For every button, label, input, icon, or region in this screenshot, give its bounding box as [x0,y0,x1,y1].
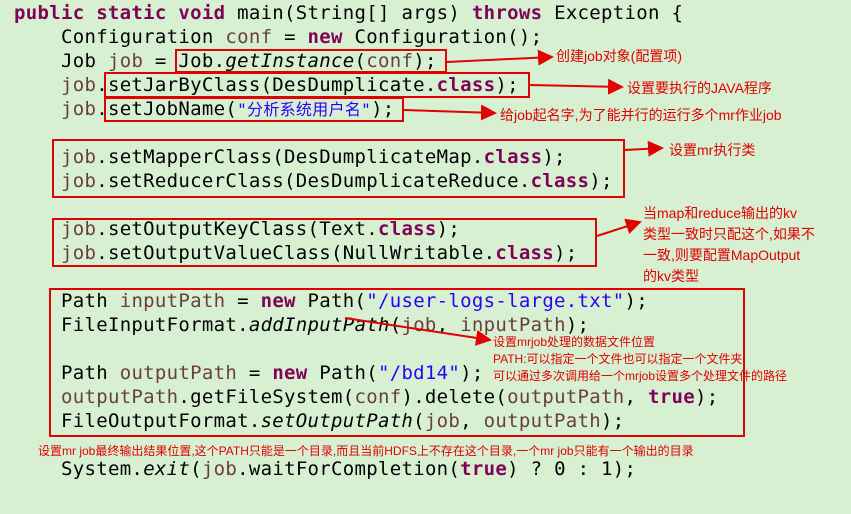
annotation-set-jar: 设置要执行的JAVA程序 [627,80,772,96]
annotation-job-name: 给job起名字,为了能并行的运行多个mr作业job [500,107,782,123]
code-text: Configuration(); [342,26,543,48]
code-text: = [143,50,179,72]
annotation-create-job: 创建job对象(配置项) [556,48,683,64]
code-text: Exception { [554,2,684,24]
keyword: true [460,458,508,480]
annotation-kv-line: 类型一致时只配这个,如果不 [643,226,815,242]
annotation-input-line: PATH:可以指定一个文件也可以指定一个文件夹 [493,352,743,366]
annotation-input-line: 设置mrjob处理的数据文件位置 [493,335,656,349]
code-text: Job [61,50,108,72]
annotation-kv-line: 当map和reduce输出的kv [643,205,798,221]
variable: job [107,50,144,72]
variable: job [201,458,238,480]
keyword: public [14,2,85,24]
variable: job [61,74,97,96]
code-text: ( [190,458,202,480]
variable: job [61,98,97,120]
annotation-output-path: 设置mr job最终输出结果位置,这个PATH只能是一个目录,而且当前HDFS上… [38,444,694,458]
keyword: throws [471,2,543,24]
variable: conf [225,26,273,48]
annotation-kv-line: 的kv类型 [643,268,699,284]
annotation-input-line: 可以通过多次调用给一个mrjob设置多个处理文件的路径 [493,369,788,383]
code-line-system-exit: System.exit(job.waitForCompletion(true) … [61,457,636,481]
keyword: new [307,26,343,48]
keyword: void [178,2,226,24]
highlight-box-get-instance [175,49,447,73]
code-text: ) ? 0 : 1); [507,458,637,480]
code-line-configuration: Configuration conf = new Configuration()… [61,25,542,49]
annotation-kv-line: 一致,则要配置MapOutput [643,247,801,263]
code-text: Configuration [61,26,214,48]
highlight-box-set-jar [104,72,530,98]
code-text: main(String[] args) [237,2,461,24]
highlight-box-set-job-name [104,97,404,122]
code-text: .waitForCompletion( [237,458,461,480]
code-line-main: public static void main(String[] args) t… [14,1,683,25]
annotation-input-path: 设置mrjob处理的数据文件位置 PATH:可以指定一个文件也可以指定一个文件夹… [493,334,787,385]
keyword: static [96,2,167,24]
code-text: System. [61,458,144,480]
code-text: = [272,26,308,48]
highlight-box-output-classes [52,218,597,267]
highlight-box-mapper-reducer [52,139,625,198]
annotation-kv-types: 当map和reduce输出的kv 类型一致时只配这个,如果不 一致,则要配置Ma… [643,203,815,287]
annotation-mr-class: 设置mr执行类 [669,142,756,158]
method-name: exit [143,458,191,480]
